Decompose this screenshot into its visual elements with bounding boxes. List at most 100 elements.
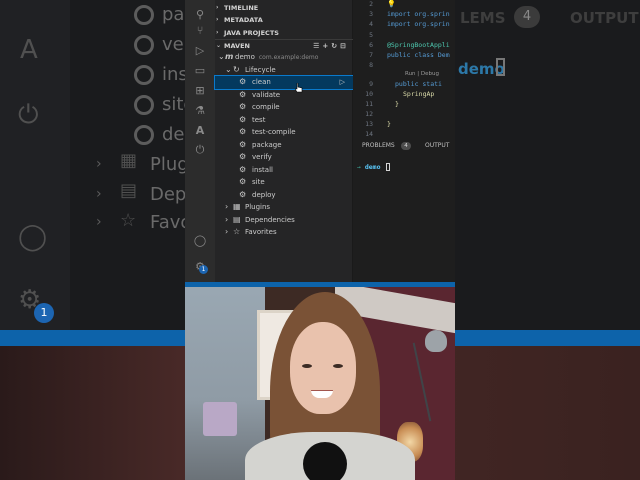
terminal-prompt[interactable]: → demo xyxy=(357,163,391,171)
activity-bar: ⚲ ⑂ ▷ ▭ ⊞ ⚗ A ⏻ ◯ ⚙ 1 xyxy=(185,0,215,282)
lifecycle-item-validate[interactable]: ⚙ validate xyxy=(215,89,353,102)
code-text: @SpringBootAppli xyxy=(387,41,450,49)
gear-icon: ⚙ xyxy=(239,127,247,136)
tree-plugins[interactable]: › ▦ Plugins xyxy=(215,201,353,214)
section-title: TIMELINE xyxy=(224,4,259,12)
screen-root: A ⏻ ◯ ⚙ 1 pac ver inst site dep › › › ▦ … xyxy=(0,0,640,480)
code-text: import org.sprin xyxy=(387,10,450,18)
gear-icon: ⚙ xyxy=(239,164,247,174)
tab-output[interactable]: OUTPUT xyxy=(425,140,449,152)
code-text: public stati xyxy=(395,80,442,88)
section-title: METADATA xyxy=(224,16,263,24)
dependencies-icon: ▤ xyxy=(120,180,138,201)
background-output-label: OUTPUT xyxy=(570,9,639,27)
lifecycle-item-label: test xyxy=(252,115,266,124)
lifecycle-item-test-compile[interactable]: ⚙ test-compile xyxy=(215,126,353,139)
lifecycle-item-site[interactable]: ⚙ site xyxy=(215,176,353,189)
lifecycle-item-compile[interactable]: ⚙ compile xyxy=(215,101,353,114)
chevron-right-icon: › xyxy=(96,214,102,230)
lifecycle-item-deploy[interactable]: ⚙ deploy xyxy=(215,189,353,202)
microphone-icon xyxy=(303,442,347,480)
star-icon: ☆ xyxy=(233,227,241,236)
tab-problems[interactable]: PROBLEMS xyxy=(362,140,395,152)
spring-boot-icon[interactable]: ⏻ xyxy=(192,142,208,158)
section-title: MAVEN xyxy=(224,42,250,50)
chevron-right-icon: › xyxy=(96,156,102,172)
gear-icon: ⚙ xyxy=(239,89,247,99)
hand-cursor-icon xyxy=(295,83,303,93)
azure-icon[interactable]: A xyxy=(192,122,208,138)
section-metadata[interactable]: › METADATA xyxy=(215,14,353,26)
chevron-right-icon: › xyxy=(96,186,102,202)
chevron-right-icon: › xyxy=(225,202,229,211)
code-editor[interactable]: 💡 2 3 import org.sprin 4 import org.sprin … xyxy=(353,0,455,282)
line-number: 8 xyxy=(369,61,373,69)
run-icon[interactable]: ▷ xyxy=(340,76,345,89)
gear-icon xyxy=(134,65,154,85)
sync-icon: ↻ xyxy=(233,64,240,74)
notification-badge: 1 xyxy=(199,265,208,274)
section-timeline[interactable]: › TIMELINE xyxy=(215,2,353,14)
project-id: com.example:demo xyxy=(258,54,319,61)
lifecycle-item-test[interactable]: ⚙ test xyxy=(215,114,353,127)
plugins-icon: ▦ xyxy=(120,150,138,171)
lifecycle-item-package[interactable]: ⚙ package xyxy=(215,139,353,152)
lifecycle-item-label: test-compile xyxy=(252,128,296,136)
terminal-cursor xyxy=(386,163,391,171)
run-debug-icon[interactable]: ▷ xyxy=(192,42,208,58)
code-text: SpringAp xyxy=(403,90,435,98)
problems-count-badge: 4 xyxy=(401,142,411,150)
dependencies-icon: ▤ xyxy=(233,214,241,224)
lifecycle-item-label: verify xyxy=(252,153,272,161)
project-name: demo xyxy=(235,53,255,61)
code-text: } xyxy=(395,100,399,108)
spring-boot-icon: ⏻ xyxy=(18,100,39,130)
chevron-right-icon: › xyxy=(216,16,219,23)
accent-bar xyxy=(185,282,455,287)
line-number: 4 xyxy=(369,20,373,28)
extensions-icon[interactable]: ⊞ xyxy=(192,82,208,98)
gear-icon xyxy=(134,35,154,55)
tree-node-label: Favorites xyxy=(245,228,277,236)
person-eye xyxy=(302,364,312,368)
gear-icon: ⚙ xyxy=(239,152,247,161)
lifecycle-item-clean[interactable]: ⚙ clean ▷ xyxy=(214,75,354,90)
line-number: 14 xyxy=(365,130,373,138)
tree-lifecycle[interactable]: ⌄ ↻ Lifecycle xyxy=(215,64,353,77)
section-maven[interactable]: ⌄ MAVEN ☰+↻⊟ xyxy=(215,39,353,51)
panel-tabs: PROBLEMS 4 OUTPUT xyxy=(353,140,455,152)
gear-icon: ⚙ xyxy=(239,139,247,149)
room-shelf xyxy=(203,402,237,436)
lifecycle-item-label: validate xyxy=(252,90,281,99)
lifecycle-item-verify[interactable]: ⚙ verify xyxy=(215,151,353,164)
sidebar: › TIMELINE › METADATA › JAVA PROJECTS ⌄ MAVE… xyxy=(214,0,354,282)
tree-node-label: Dependencies xyxy=(245,215,295,224)
source-control-icon[interactable]: ⑂ xyxy=(192,22,208,38)
chevron-right-icon: › xyxy=(225,214,229,224)
lifecycle-item-label: install xyxy=(252,165,273,174)
background-problems-label: LEMS xyxy=(460,9,506,27)
testing-icon[interactable]: ⚗ xyxy=(192,102,208,118)
remote-explorer-icon[interactable]: ▭ xyxy=(192,62,208,78)
star-icon: ☆ xyxy=(120,210,137,231)
account-icon[interactable]: ◯ xyxy=(192,232,208,248)
code-line: 8 xyxy=(353,60,387,71)
tree-project-demo[interactable]: ⌄ m demo com.example:demo xyxy=(215,51,353,64)
vscode-window: ⚲ ⑂ ▷ ▭ ⊞ ⚗ A ⏻ ◯ ⚙ 1 › TIMELINE › METADAT… xyxy=(185,0,455,282)
tree-node-label: Plugins xyxy=(245,203,271,211)
chevron-right-icon: › xyxy=(216,4,219,11)
lifecycle-item-label: package xyxy=(252,140,282,149)
code-line: 4 import org.sprin xyxy=(353,19,450,30)
webcam-video xyxy=(185,282,455,480)
section-java-projects[interactable]: › JAVA PROJECTS xyxy=(215,27,353,39)
person-eye xyxy=(333,364,343,368)
search-icon[interactable]: ⚲ xyxy=(192,6,208,22)
codelens-run-debug[interactable]: Run | Debug xyxy=(405,71,439,77)
lifecycle-label: Lifecycle xyxy=(245,65,276,74)
tree-dependencies[interactable]: › ▤ Dependencies xyxy=(215,214,353,227)
lifecycle-item-label: deploy xyxy=(252,190,276,199)
tree-favorites[interactable]: › ☆ Favorites xyxy=(215,226,353,239)
code-text: import org.sprin xyxy=(387,20,450,28)
lifecycle-item-install[interactable]: ⚙ install xyxy=(215,164,353,177)
lightbulb-icon[interactable]: 💡 xyxy=(387,0,396,8)
